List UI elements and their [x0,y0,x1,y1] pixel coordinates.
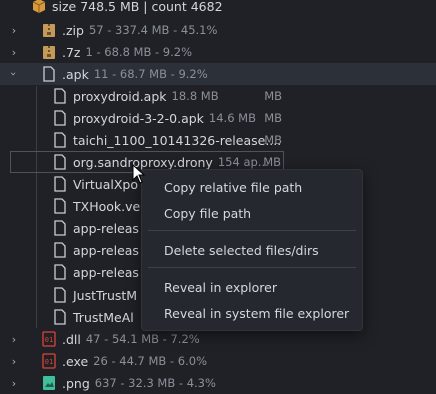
row-name: app-releas [73,220,139,236]
row-meta: 14.6 MB [208,111,256,125]
file-icon [53,154,67,170]
file-icon [53,132,67,148]
image-file-icon [42,375,56,391]
row-meta: 1 - 68.8 MB - 9.2% [85,45,193,59]
mouse-cursor-icon [132,163,146,187]
tree-row-7z[interactable]: › .7z 1 - 68.8 MB - 9.2% [0,41,436,63]
row-name: .7z [62,44,81,60]
file-icon [42,66,56,82]
menu-item-delete[interactable]: Delete selected files/dirs [164,243,319,258]
tree-row-png[interactable]: › .png 637 - 32.3 MB - 4.3% [0,372,436,394]
file-icon [53,287,67,303]
row-meta: 154 ap... [217,155,269,169]
row-name: app-releas [73,264,139,280]
context-menu: Copy relative file path Copy file path D… [141,169,363,331]
row-mb: MB [263,155,281,169]
row-name: TXHook.ve [73,198,141,214]
row-mb: MB [264,111,282,125]
chevron-right-icon[interactable]: › [0,24,28,37]
binary-file-icon: 01 [42,353,56,369]
chevron-right-icon[interactable]: › [0,333,28,346]
row-mb: MB [264,89,282,103]
row-meta: 637 - 32.3 MB - 4.3% [94,376,216,390]
chevron-down-icon[interactable]: › [0,68,28,80]
chevron-right-icon[interactable]: › [0,377,28,390]
svg-text:01: 01 [45,336,53,344]
row-meta: 26 - 44.7 MB - 6.0% [93,354,207,368]
file-icon [53,110,67,126]
zip-folder-icon [42,22,56,38]
tree-row-file[interactable]: taichi_1100_10141326-release.... MB [0,129,436,151]
row-meta: 18.8 MB [171,89,219,103]
file-icon [53,242,67,258]
row-name: proxydroid-3-2-0.apk [73,110,204,126]
binary-file-icon: 01 [42,331,56,347]
chevron-right-icon[interactable]: › [0,355,28,368]
tree-row-file[interactable]: proxydroid-3-2-0.apk 14.6 MB MB [0,107,436,129]
file-icon [53,198,67,214]
row-name: TrustMeAl [73,309,134,325]
package-icon [32,0,46,14]
row-meta: 11 - 68.7 MB - 9.2% [93,67,208,81]
row-mb: MB [264,133,282,147]
row-name: .zip [62,22,84,38]
file-icon [53,309,67,325]
file-icon [53,88,67,104]
row-name: app-releas [73,242,139,258]
tree-row-exe[interactable]: › 01 .exe 26 - 44.7 MB - 6.0% [0,350,436,372]
tree-row-dll[interactable]: › 01 .dll 47 - 54.1 MB - 7.2% [0,328,436,350]
zip-folder-icon [42,44,56,60]
menu-item-copy-relative-path[interactable]: Copy relative file path [164,180,302,195]
row-meta: 57 - 337.4 MB - 45.1% [88,23,218,37]
menu-separator [148,267,356,268]
row-meta: 47 - 54.1 MB - 7.2% [85,332,200,346]
tree-row-file[interactable]: proxydroid.apk 18.8 MB MB [0,85,436,107]
summary-row: size 748.5 MB | count 4682 [0,0,436,17]
file-icon [53,264,67,280]
tree-row-zip[interactable]: › .zip 57 - 337.4 MB - 45.1% [0,19,436,41]
menu-item-reveal-in-system-explorer[interactable]: Reveal in system file explorer [164,306,349,321]
file-icon [53,220,67,236]
menu-separator [148,230,356,231]
menu-item-copy-file-path[interactable]: Copy file path [164,206,251,221]
svg-text:01: 01 [45,358,53,366]
file-icon [53,176,67,192]
chevron-right-icon[interactable]: › [0,46,28,59]
row-name: proxydroid.apk [73,88,167,104]
tree-row-apk[interactable]: › .apk 11 - 68.7 MB - 9.2% [0,63,436,85]
row-name: .exe [62,353,89,369]
row-name: VirtualXpo [73,176,138,192]
row-name: taichi_1100_10141326-release.... [73,132,282,148]
row-name: .dll [62,331,81,347]
menu-item-reveal-in-explorer[interactable]: Reveal in explorer [164,280,277,295]
row-name: JustTrustM [73,287,138,303]
row-name: .png [62,375,90,391]
row-name: .apk [62,66,89,82]
summary-text: size 748.5 MB | count 4682 [52,0,223,14]
